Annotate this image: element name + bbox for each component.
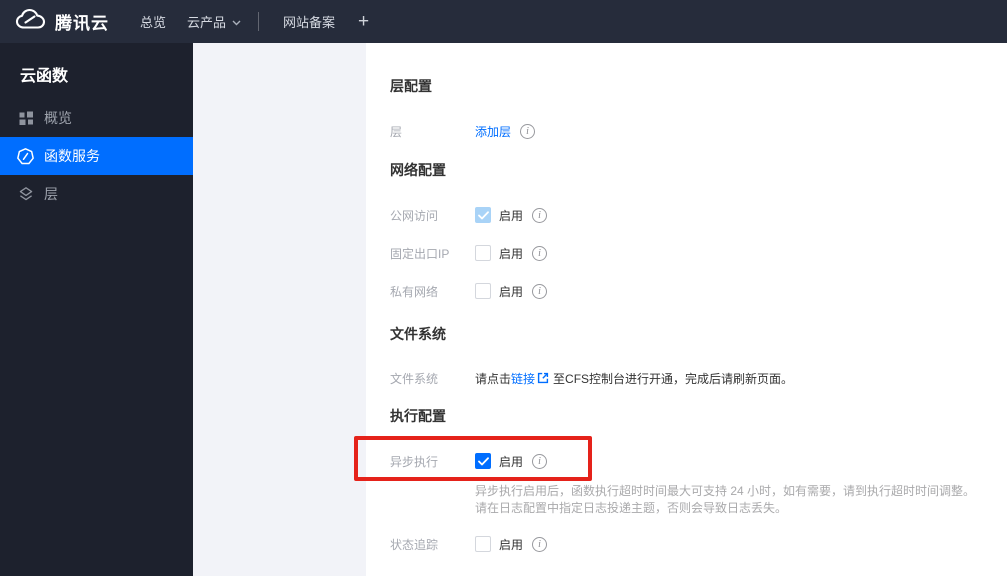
private-network-checkbox[interactable] bbox=[475, 283, 491, 299]
topnav-divider bbox=[258, 12, 259, 31]
private-network-label: 私有网络 bbox=[390, 284, 439, 299]
info-icon[interactable]: i bbox=[532, 245, 548, 261]
cloud-logo-icon bbox=[15, 8, 46, 36]
async-execution-label: 异步执行 bbox=[390, 454, 439, 469]
fixed-egress-ip-label: 固定出口IP bbox=[390, 246, 450, 261]
section-heading-file-system: 文件系统 bbox=[390, 326, 446, 342]
sidebar: 云函数 概览 函数服务 层 bbox=[0, 43, 193, 576]
chevron-down-icon bbox=[232, 14, 241, 29]
description-line: 请在日志配置中指定日志投递主题，否则会导致日志丢失。 bbox=[475, 501, 788, 515]
sidebar-item-overview[interactable]: 概览 bbox=[0, 99, 193, 137]
info-icon[interactable]: i bbox=[532, 283, 548, 299]
enable-label: 启用 bbox=[499, 284, 524, 299]
sidebar-item-label: 层 bbox=[44, 186, 58, 202]
section-heading-layer-config: 层配置 bbox=[390, 78, 432, 94]
section-heading-execution-config: 执行配置 bbox=[390, 408, 446, 424]
file-system-text-before: 请点击 bbox=[475, 371, 512, 386]
file-system-text-after: 至CFS控制台进行开通，完成后请刷新页面。 bbox=[553, 371, 794, 386]
add-tab-button[interactable]: + bbox=[358, 0, 369, 43]
public-network-row: 公网访问 启用 i bbox=[366, 205, 548, 225]
info-icon[interactable]: i bbox=[532, 536, 548, 552]
enable-label: 启用 bbox=[499, 246, 524, 261]
sidebar-item-layers[interactable]: 层 bbox=[0, 175, 193, 213]
topnav-website-beian[interactable]: 网站备案 bbox=[283, 0, 335, 43]
layers-icon bbox=[17, 186, 34, 203]
sidebar-menu: 概览 函数服务 层 bbox=[0, 99, 193, 213]
info-icon[interactable]: i bbox=[532, 453, 548, 469]
async-execution-description: 异步执行启用后，函数执行超时时间最大可支持 24 小时，如有需要，请到执行超时时… bbox=[475, 483, 1000, 517]
external-link-icon[interactable] bbox=[537, 371, 549, 389]
public-network-checkbox[interactable] bbox=[475, 207, 491, 223]
async-execution-row: 异步执行 启用 i bbox=[366, 451, 548, 471]
section-heading-network-config: 网络配置 bbox=[390, 162, 446, 178]
topnav-cloud-products[interactable]: 云产品 bbox=[187, 0, 241, 43]
tencent-cloud-logo[interactable]: 腾讯云 bbox=[15, 0, 109, 43]
info-icon[interactable]: i bbox=[532, 207, 548, 223]
public-network-label: 公网访问 bbox=[390, 208, 439, 223]
grid-icon bbox=[17, 110, 34, 127]
topnav-overview[interactable]: 总览 bbox=[140, 0, 166, 43]
file-system-row: 文件系统 请点击 链接 至CFS控制台进行开通，完成后请刷新页面。 bbox=[366, 368, 793, 388]
info-icon[interactable]: i bbox=[520, 123, 536, 139]
fixed-egress-ip-row: 固定出口IP 启用 i bbox=[366, 243, 548, 263]
layer-label: 层 bbox=[390, 124, 403, 139]
fixed-egress-ip-checkbox[interactable] bbox=[475, 245, 491, 261]
sidebar-item-function-service[interactable]: 函数服务 bbox=[0, 137, 193, 175]
status-tracking-label: 状态追踪 bbox=[390, 537, 439, 552]
topbar: 腾讯云 总览 云产品 网站备案 + bbox=[0, 0, 1007, 43]
sidebar-item-label: 函数服务 bbox=[44, 148, 100, 164]
file-system-label: 文件系统 bbox=[390, 371, 439, 386]
enable-label: 启用 bbox=[499, 454, 524, 469]
sidebar-item-label: 概览 bbox=[44, 110, 72, 126]
brand-name: 腾讯云 bbox=[55, 14, 109, 33]
main-content: 层配置 层 添加层 i 网络配置 公网访问 启用 i 固定出口IP 启用 i 私… bbox=[366, 43, 1007, 576]
description-line: 异步执行启用后，函数执行超时时间最大可支持 24 小时，如有需要，请到执行超时时… bbox=[475, 484, 976, 498]
layer-row: 层 添加层 i bbox=[366, 121, 536, 141]
status-tracking-checkbox[interactable] bbox=[475, 536, 491, 552]
sidebar-title: 云函数 bbox=[20, 68, 69, 85]
async-execution-checkbox[interactable] bbox=[475, 453, 491, 469]
cfs-link[interactable]: 链接 bbox=[511, 370, 535, 387]
enable-label: 启用 bbox=[499, 208, 524, 223]
private-network-row: 私有网络 启用 i bbox=[366, 281, 548, 301]
enable-label: 启用 bbox=[499, 537, 524, 552]
add-layer-link[interactable]: 添加层 bbox=[475, 123, 511, 140]
status-tracking-row: 状态追踪 启用 i bbox=[366, 534, 548, 554]
function-icon bbox=[17, 147, 34, 165]
topnav-cloud-products-label: 云产品 bbox=[187, 15, 227, 30]
secondary-panel bbox=[193, 43, 366, 576]
